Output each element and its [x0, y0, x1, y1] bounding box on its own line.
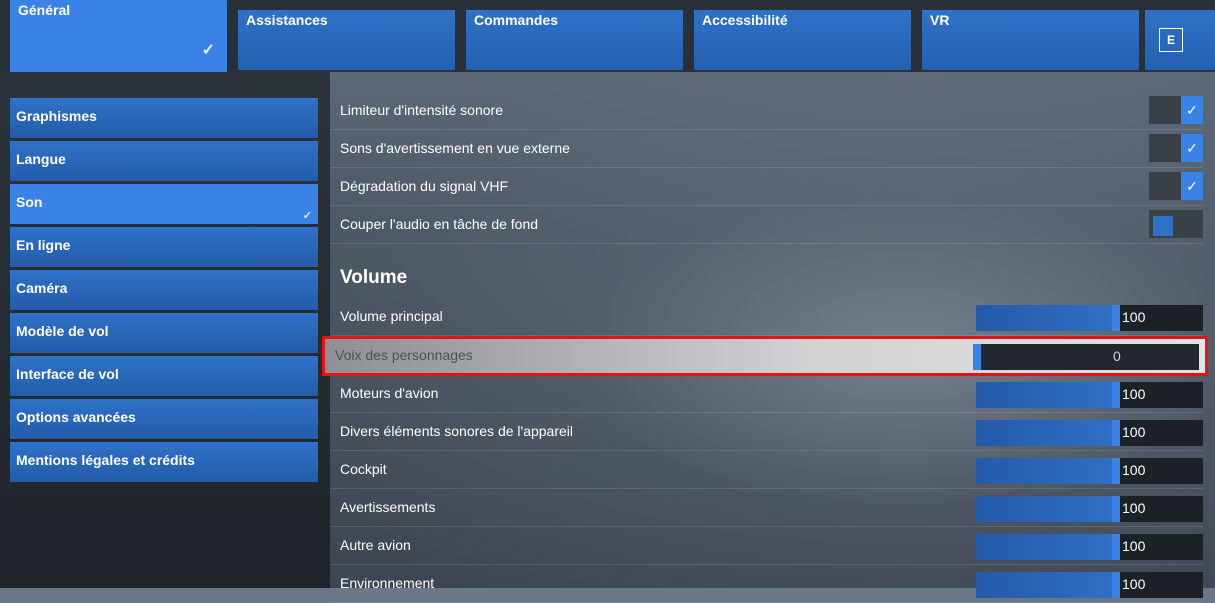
slider-handle[interactable]	[973, 344, 981, 370]
slider-value: 100	[1122, 462, 1146, 478]
volume-slider[interactable]: 100	[976, 496, 1203, 522]
toggle-switch[interactable]: ✓	[1149, 96, 1203, 124]
volume-slider[interactable]: 100	[976, 572, 1203, 598]
slider-handle[interactable]	[1112, 458, 1120, 484]
tab-accessibilite[interactable]: Accessibilité	[694, 10, 911, 70]
menu-item-modele-de-vol[interactable]: Modèle de vol	[10, 313, 318, 353]
e-key-icon: E	[1159, 28, 1183, 52]
menu-item-label: Modèle de vol	[16, 323, 109, 339]
toggle-row-degradation-vhf: Dégradation du signal VHF ✓	[330, 168, 1203, 206]
toggle-switch[interactable]: ✓	[1149, 134, 1203, 162]
top-tab-bar: Général ✓ Assistances Commandes Accessib…	[0, 0, 1215, 72]
toggle-switch[interactable]: ✓	[1149, 172, 1203, 200]
slider-handle[interactable]	[1112, 382, 1120, 408]
menu-item-mentions-legales[interactable]: Mentions légales et crédits	[10, 442, 318, 482]
slider-row-autre-avion: Autre avion 100	[330, 527, 1203, 565]
tab-label: Accessibilité	[702, 12, 788, 28]
slider-value: 100	[1122, 576, 1146, 592]
toggle-knob	[1153, 216, 1173, 236]
next-tab-key-hint[interactable]: E	[1145, 10, 1215, 70]
menu-item-label: Langue	[16, 151, 66, 167]
setting-label: Limiteur d'intensité sonore	[340, 102, 503, 118]
volume-slider[interactable]: 100	[976, 382, 1203, 408]
slider-row-divers-elements: Divers éléments sonores de l'appareil 10…	[330, 413, 1203, 451]
setting-label: Cockpit	[340, 461, 387, 477]
setting-label: Environnement	[340, 575, 435, 591]
tab-label: Commandes	[474, 12, 559, 28]
volume-slider[interactable]: 100	[976, 420, 1203, 446]
menu-item-label: Options avancées	[16, 409, 136, 425]
slider-fill	[976, 420, 1112, 446]
menu-item-label: Mentions légales et crédits	[16, 452, 195, 468]
check-icon: ✓	[1181, 134, 1203, 162]
setting-label: Divers éléments sonores de l'appareil	[340, 423, 574, 439]
setting-label: Avertissements	[340, 499, 436, 515]
toggle-row-limiteur: Limiteur d'intensité sonore ✓	[330, 92, 1203, 130]
slider-row-voix-personnages: Voix des personnages 0	[322, 336, 1208, 376]
volume-slider[interactable]: 100	[976, 534, 1203, 560]
setting-label: Volume principal	[340, 308, 443, 324]
toggle-row-sons-avertissement: Sons d'avertissement en vue externe ✓	[330, 130, 1203, 168]
tab-commandes[interactable]: Commandes	[466, 10, 683, 70]
slider-row-avertissements: Avertissements 100	[330, 489, 1203, 527]
settings-category-menu: Graphismes Langue Son ✓ En ligne Caméra …	[10, 98, 318, 485]
volume-slider[interactable]: 0	[973, 344, 1199, 370]
menu-item-options-avancees[interactable]: Options avancées	[10, 399, 318, 439]
menu-item-camera[interactable]: Caméra	[10, 270, 318, 310]
menu-item-graphismes[interactable]: Graphismes	[10, 98, 318, 138]
slider-handle[interactable]	[1112, 420, 1120, 446]
slider-row-volume-principal: Volume principal 100	[330, 298, 1203, 336]
slider-value: 100	[1122, 500, 1146, 516]
menu-item-label: En ligne	[16, 237, 71, 253]
slider-handle[interactable]	[1112, 305, 1120, 331]
slider-fill	[976, 382, 1112, 408]
menu-item-label: Son	[16, 194, 43, 210]
slider-handle[interactable]	[1112, 534, 1120, 560]
menu-item-label: Caméra	[16, 280, 68, 296]
setting-label: Sons d'avertissement en vue externe	[340, 140, 570, 156]
setting-label: Moteurs d'avion	[340, 385, 439, 401]
slider-fill	[976, 496, 1112, 522]
tab-label: Général	[18, 2, 71, 18]
slider-handle[interactable]	[1112, 496, 1120, 522]
menu-item-langue[interactable]: Langue	[10, 141, 318, 181]
menu-item-en-ligne[interactable]: En ligne	[10, 227, 318, 267]
slider-row-environnement: Environnement 100	[330, 565, 1203, 603]
setting-label: Couper l'audio en tâche de fond	[340, 216, 539, 232]
volume-slider[interactable]: 100	[976, 305, 1203, 331]
slider-row-cockpit: Cockpit 100	[330, 451, 1203, 489]
menu-item-son[interactable]: Son ✓	[10, 184, 318, 224]
setting-label: Autre avion	[340, 537, 411, 553]
slider-fill	[976, 534, 1112, 560]
slider-value: 100	[1122, 538, 1146, 554]
tab-label: Assistances	[246, 12, 328, 28]
section-title-volume: Volume	[340, 267, 408, 288]
toggle-switch[interactable]	[1149, 210, 1203, 238]
slider-value: 100	[1122, 386, 1146, 402]
setting-label: Dégradation du signal VHF	[340, 178, 509, 194]
menu-item-label: Interface de vol	[16, 366, 119, 382]
setting-label: Voix des personnages	[335, 347, 473, 363]
check-icon: ✓	[201, 42, 215, 59]
check-icon: ✓	[302, 210, 312, 222]
slider-fill	[976, 458, 1112, 484]
check-icon: ✓	[1181, 96, 1203, 124]
slider-row-moteurs-avion: Moteurs d'avion 100	[330, 375, 1203, 413]
menu-item-interface-de-vol[interactable]: Interface de vol	[10, 356, 318, 396]
slider-fill	[976, 572, 1112, 598]
tab-general[interactable]: Général ✓	[10, 0, 227, 72]
menu-item-label: Graphismes	[16, 108, 97, 124]
slider-value: 100	[1122, 424, 1146, 440]
slider-fill	[976, 305, 1112, 331]
check-icon: ✓	[1181, 172, 1203, 200]
slider-value: 0	[1113, 348, 1121, 364]
tab-vr[interactable]: VR	[922, 10, 1139, 70]
tab-label: VR	[930, 12, 950, 28]
slider-value: 100	[1122, 309, 1146, 325]
tab-assistances[interactable]: Assistances	[238, 10, 455, 70]
slider-handle[interactable]	[1112, 572, 1120, 598]
volume-slider[interactable]: 100	[976, 458, 1203, 484]
toggle-row-couper-audio: Couper l'audio en tâche de fond	[330, 206, 1203, 244]
